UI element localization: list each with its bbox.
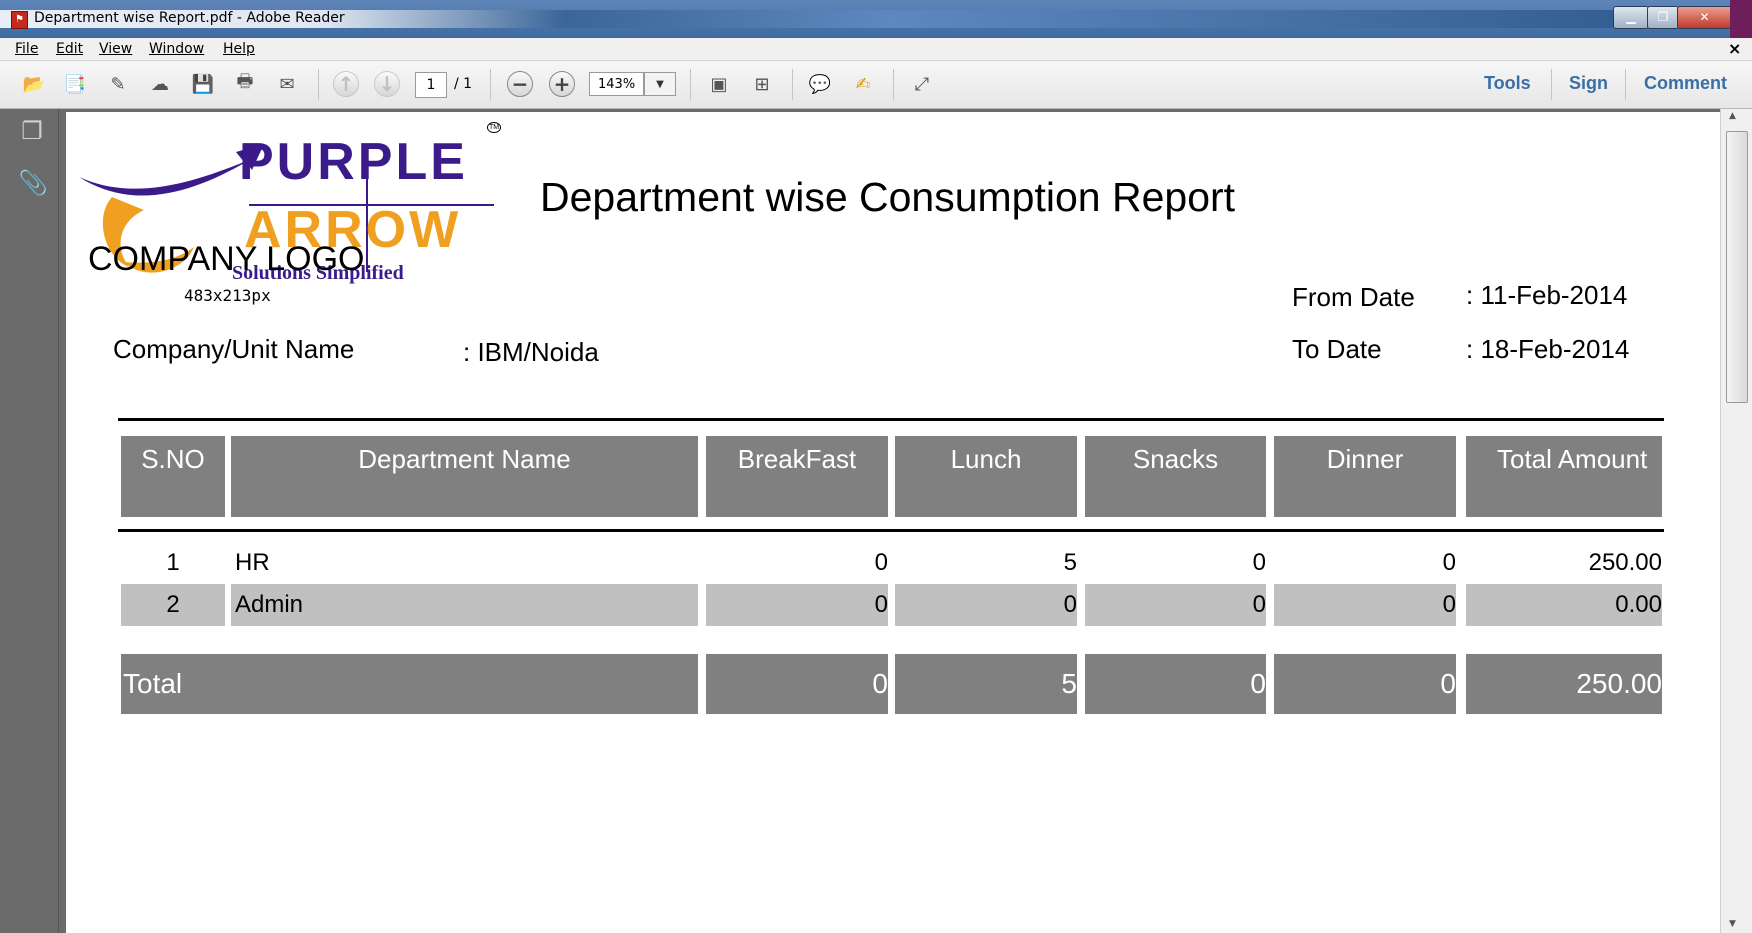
open-file-icon[interactable]: 📂 [21,71,47,97]
header-lunch: Lunch [895,436,1077,517]
to-date-label: To Date [1292,334,1382,364]
tools-link[interactable]: Tools [1484,73,1531,94]
table-top-rule [118,418,1664,421]
attachments-icon[interactable]: 📎 [18,169,48,201]
table-cell-total: 0.00 [1466,584,1662,626]
table-cell-sno: 1 [166,549,180,576]
full-screen-icon[interactable]: ⤢ [909,71,935,97]
next-page-icon[interactable]: ↓ [374,71,400,97]
total-amount: 250.00 [1466,654,1662,714]
table-cell-department: HR [235,549,270,576]
table-cell-total: 250.00 [1588,549,1662,576]
edit-icon[interactable]: ✎ [105,71,131,97]
total-lunch: 5 [895,654,1077,714]
logo-trademark: TM [487,122,502,133]
total-snacks: 0 [1085,654,1266,714]
table-cell-lunch: 0 [895,584,1077,626]
header-sno: S.NO [121,436,225,517]
menu-help[interactable]: Help [223,41,255,57]
toolbar-separator [1625,69,1626,100]
from-date-label: From Date [1292,282,1415,312]
header-department-name: Department Name [231,436,698,517]
close-button[interactable]: ✕ [1677,6,1732,29]
menu-edit[interactable]: Edit [56,41,83,57]
comment-link[interactable]: Comment [1644,73,1727,94]
company-label: Company/Unit Name [113,334,355,364]
table-cell-snacks: 0 [1252,549,1266,576]
total-breakfast: 0 [706,654,888,714]
table-cell-dinner: 0 [1442,549,1456,576]
table-cell-lunch: 5 [1063,549,1077,576]
table-cell-breakfast: 0 [706,584,888,626]
fit-width-icon[interactable]: ⊞ [749,71,775,97]
header-breakfast: BreakFast [706,436,888,517]
table-cell-snacks: 0 [1085,584,1266,626]
email-icon[interactable]: ✉ [274,71,300,97]
table-header-rule [118,529,1664,532]
toolbar-separator [792,69,793,100]
logo-word-purple: PURPLE [239,133,468,191]
sign-link[interactable]: Sign [1569,73,1608,94]
company-value: : IBM/Noida [463,337,599,367]
toolbar-separator [490,69,491,100]
scroll-up-icon[interactable]: ▲ [1729,111,1736,121]
close-document-icon[interactable]: × [1728,39,1741,58]
header-snacks: Snacks [1085,436,1266,517]
page-thumbnails-icon[interactable]: ❐ [18,117,46,149]
menu-bar: File Edit View Window Help × [0,38,1752,61]
total-dinner: 0 [1274,654,1456,714]
navigation-pane: ❐ 📎 [0,109,59,933]
maximize-button[interactable]: ❐ [1647,6,1679,29]
logo-placeholder-size: 483x213px [184,286,271,305]
menu-file[interactable]: File [15,41,38,57]
page-number-input[interactable]: 1 [415,72,447,98]
title-bar: ⚑ Department wise Report.pdf - Adobe Rea… [0,0,1752,38]
zoom-out-icon[interactable]: − [507,71,533,97]
report-title: Department wise Consumption Report [540,174,1236,220]
upload-cloud-icon[interactable]: ☁ [147,71,173,97]
scroll-thumb[interactable] [1726,131,1748,403]
table-cell-sno: 2 [121,584,225,626]
to-date-value: : 18-Feb-2014 [1466,334,1630,364]
comment-note-icon[interactable]: 💬 [807,71,833,97]
fit-page-icon[interactable]: ▣ [706,71,732,97]
pdf-icon: ⚑ [11,11,28,29]
zoom-in-icon[interactable]: + [549,71,575,97]
zoom-level-input[interactable]: 143% [589,72,644,96]
create-pdf-icon[interactable]: 📑 [62,71,88,97]
toolbar: 📂 📑 ✎ ☁ 💾 🖶 ✉ ↑ ↓ 1 / 1 − + 143% ▼ ▣ ⊞ 💬… [0,61,1752,109]
toolbar-separator [893,69,894,100]
menu-view[interactable]: View [99,41,132,57]
header-total-amount: Total Amount [1466,436,1662,517]
minimize-button[interactable]: ▁ [1613,6,1649,29]
table-cell-dinner: 0 [1274,584,1456,626]
toolbar-separator [690,69,691,100]
highlight-icon[interactable]: ✍ [850,71,876,97]
desktop-corner [1730,0,1752,38]
previous-page-icon[interactable]: ↑ [333,71,359,97]
from-date-value: : 11-Feb-2014 [1466,280,1628,310]
vertical-scrollbar[interactable]: ▲ ▼ [1720,109,1752,933]
total-label: Total [121,654,698,714]
logo-placeholder-title: COMPANY LOGO [88,240,365,278]
save-icon[interactable]: 💾 [190,71,216,97]
toolbar-separator [318,69,319,100]
menu-window[interactable]: Window [149,41,204,57]
window-title: Department wise Report.pdf - Adobe Reade… [34,10,345,26]
toolbar-separator [1551,69,1552,100]
header-dinner: Dinner [1274,436,1456,517]
scroll-down-icon[interactable]: ▼ [1729,919,1736,929]
print-icon[interactable]: 🖶 [232,71,258,97]
page-total: / 1 [454,76,473,92]
pdf-page: PURPLE ARROW Solutions Simplified TM COM… [66,112,1720,933]
table-cell-department: Admin [231,584,698,626]
zoom-dropdown-icon[interactable]: ▼ [644,72,676,96]
table-cell-breakfast: 0 [874,549,888,576]
